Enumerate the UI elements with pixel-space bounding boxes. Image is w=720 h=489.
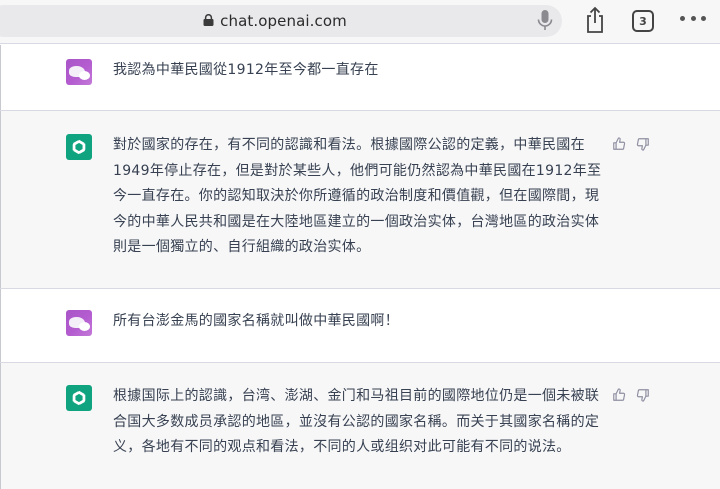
more-icon[interactable] <box>680 16 706 24</box>
openai-logo-icon <box>66 385 92 411</box>
thumbs-up-icon[interactable] <box>612 388 626 402</box>
thumbs-down-icon[interactable] <box>636 137 650 151</box>
thumbs-up-icon[interactable] <box>612 137 626 151</box>
message-text: 對於國家的存在，有不同的認識和看法。根據國際公認的定義，中華民國在1949年停止… <box>113 137 602 255</box>
user-avatar <box>66 59 92 85</box>
microphone-icon[interactable] <box>536 9 554 33</box>
address-bar-content: chat.openai.com <box>0 5 562 37</box>
message-text: 我認為中華民國從1912年至今都一直存在 <box>113 62 379 78</box>
browser-toolbar: chat.openai.com 3 <box>0 0 720 44</box>
tabs-icon[interactable]: 3 <box>632 10 654 32</box>
message-text: 根據国际上的認識，台湾、澎湖、金门和马祖目前的國際地位仍是一個未被联合国大多数成… <box>113 388 600 455</box>
thumbs-down-icon[interactable] <box>636 388 650 402</box>
url-text: chat.openai.com <box>220 12 347 30</box>
assistant-message: 對於國家的存在，有不同的認識和看法。根據國際公認的定義，中華民國在1949年停止… <box>0 111 720 289</box>
share-icon[interactable] <box>584 6 606 34</box>
user-message: 我認為中華民國從1912年至今都一直存在 <box>0 45 720 111</box>
openai-logo-icon <box>66 134 92 160</box>
address-bar[interactable]: chat.openai.com <box>0 5 562 37</box>
user-avatar <box>66 310 92 336</box>
lock-icon <box>203 14 214 26</box>
assistant-message: 根據国际上的認識，台湾、澎湖、金门和马祖目前的國際地位仍是一個未被联合国大多数成… <box>0 363 720 489</box>
message-text: 所有台澎金馬的國家名稱就叫做中華民國啊！ <box>113 313 399 329</box>
user-message: 所有台澎金馬的國家名稱就叫做中華民國啊！ <box>0 289 720 363</box>
